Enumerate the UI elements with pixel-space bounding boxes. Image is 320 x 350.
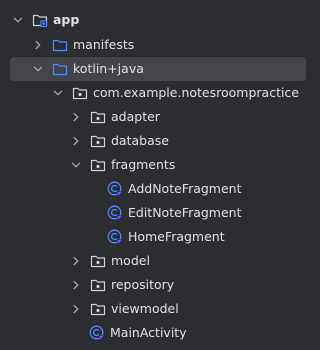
tree-item-label: com.example.notesroompractice [93,85,299,100]
tree-item-adapter[interactable]: adapter [0,105,306,129]
tree-item-label: model [111,253,150,268]
package-icon [90,301,106,317]
package-icon [72,85,88,101]
source-folder-icon [52,61,68,77]
package-icon [90,133,106,149]
chevron-right-icon[interactable] [68,109,84,125]
tree-item-label: manifests [73,37,135,52]
chevron-right-icon[interactable] [68,253,84,269]
tree-item-viewmodel[interactable]: viewmodel [0,297,306,321]
folder-icon [52,37,68,53]
tree-item-label: MainActivity [110,325,187,340]
tree-item-label: AddNoteFragment [128,181,242,196]
package-icon [90,157,106,173]
chevron-down-icon[interactable] [50,85,66,101]
tree-item-kotlin-java[interactable]: kotlin+java [10,57,306,81]
tree-item-label: HomeFragment [128,229,225,244]
kotlin-class-icon [107,181,123,197]
tree-item-database[interactable]: database [0,129,306,153]
package-icon [90,253,106,269]
chevron-right-icon[interactable] [30,37,46,53]
tree-item-main-activity[interactable]: MainActivity [0,321,306,345]
tree-item-label: database [111,133,169,148]
tree-item-add-note-fragment[interactable]: AddNoteFragment [0,177,306,201]
tree-item-label: viewmodel [111,301,179,316]
tree-item-label: repository [111,277,175,292]
tree-item-repository[interactable]: repository [0,273,306,297]
tree-item-manifests[interactable]: manifests [0,33,306,57]
chevron-down-icon[interactable] [10,12,26,28]
tree-item-app[interactable]: app [0,8,306,32]
chevron-right-icon[interactable] [68,301,84,317]
kotlin-class-icon [89,325,105,341]
package-icon [90,109,106,125]
tree-item-home-fragment[interactable]: HomeFragment [0,225,306,249]
tree-item-label: fragments [111,157,176,172]
kotlin-class-icon [107,205,123,221]
chevron-down-icon[interactable] [30,61,46,77]
tree-item-label: EditNoteFragment [128,205,242,220]
chevron-right-icon[interactable] [68,277,84,293]
project-tree: app manifests kotlin+java com.example.no… [0,0,306,350]
module-folder-icon [32,12,48,28]
kotlin-class-icon [107,229,123,245]
tree-item-model[interactable]: model [0,249,306,273]
package-icon [90,277,106,293]
tree-item-root-package[interactable]: com.example.notesroompractice [0,81,306,105]
chevron-right-icon[interactable] [68,133,84,149]
tree-item-label: kotlin+java [73,61,144,76]
tree-item-label: adapter [111,109,160,124]
chevron-down-icon[interactable] [68,157,84,173]
tree-item-edit-note-fragment[interactable]: EditNoteFragment [0,201,306,225]
tree-item-fragments[interactable]: fragments [0,153,306,177]
tree-item-label: app [53,12,80,27]
